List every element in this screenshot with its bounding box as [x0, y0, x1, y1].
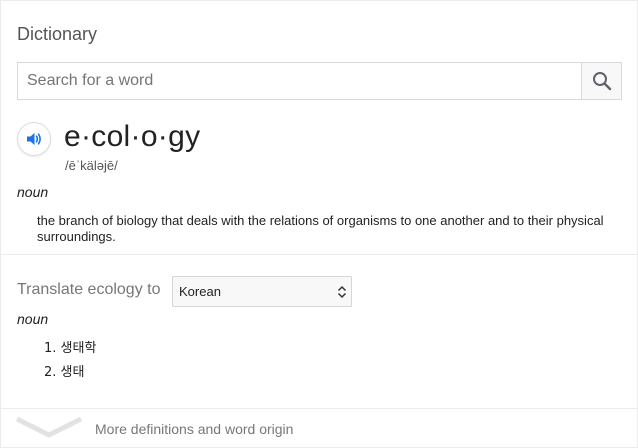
- translation-item: 2. 생태: [44, 361, 96, 385]
- chevron-down-icon: [15, 416, 83, 438]
- search-input[interactable]: [18, 63, 582, 99]
- pronunciation-text: /ēˈkäləjē/: [65, 158, 118, 173]
- more-definitions-button[interactable]: More definitions and word origin: [1, 409, 637, 447]
- panel-title: Dictionary: [17, 24, 98, 44]
- translation-text: 생태학: [60, 341, 97, 356]
- select-arrows-icon: [337, 285, 347, 299]
- translation-part-of-speech: noun: [17, 311, 49, 327]
- part-of-speech: noun: [17, 184, 49, 200]
- translation-list: 1. 생태학 2. 생태: [44, 337, 96, 385]
- definition-text: the branch of biology that deals with th…: [37, 213, 604, 244]
- translate-label: Translate ecology to: [17, 281, 161, 298]
- translation-number: 1.: [44, 341, 57, 356]
- language-select-value: Korean: [179, 284, 221, 299]
- speaker-icon: [27, 133, 41, 145]
- search-button[interactable]: [581, 63, 621, 99]
- translation-text: 생태: [60, 365, 85, 380]
- more-definitions-label: More definitions and word origin: [95, 421, 294, 437]
- search-box: [17, 62, 622, 100]
- translation-number: 2.: [44, 365, 57, 380]
- search-icon: [592, 72, 611, 91]
- language-select[interactable]: Korean: [172, 276, 352, 307]
- dictionary-card: Dictionary e·col·o·gy /ēˈkäləjē/ noun th…: [0, 0, 638, 448]
- translation-item: 1. 생태학: [44, 337, 96, 361]
- pronunciation-audio-button[interactable]: [17, 122, 51, 156]
- headword: e·col·o·gy: [64, 120, 201, 153]
- divider: [1, 254, 637, 255]
